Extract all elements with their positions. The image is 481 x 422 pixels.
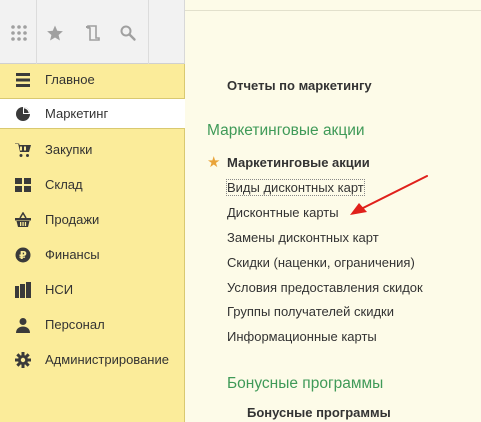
basket-icon xyxy=(14,211,32,229)
sidebar-item-label: Администрирование xyxy=(45,352,169,367)
link-discount-recipient-groups[interactable]: Группы получателей скидки xyxy=(227,304,394,319)
sidebar-item-finance[interactable]: ₽ Финансы xyxy=(0,239,184,270)
sidebar-item-label: Склад xyxy=(45,177,83,192)
section-content-panel: Отчеты по маркетингу Маркетинговые акции… xyxy=(185,0,481,422)
top-toolbar xyxy=(0,0,185,64)
person-icon xyxy=(14,316,32,334)
sidebar-item-label: Персонал xyxy=(45,317,105,332)
sections-sidebar: Главное Маркетинг Закупки Склад Продажи … xyxy=(0,64,185,422)
sidebar-item-warehouse[interactable]: Склад xyxy=(0,169,184,200)
warehouse-grid-icon xyxy=(14,176,32,194)
ruble-coin-icon: ₽ xyxy=(14,246,32,264)
sidebar-item-label: Финансы xyxy=(45,247,100,262)
link-information-cards[interactable]: Информационные карты xyxy=(227,329,377,344)
starred-link-marketing-promotions[interactable]: Маркетинговые акции xyxy=(227,155,370,170)
link-discount-cards[interactable]: Дисконтные карты xyxy=(227,205,339,220)
apps-grid-icon[interactable] xyxy=(8,22,30,44)
link-bonus-programs[interactable]: Бонусные программы xyxy=(247,405,391,420)
gear-icon xyxy=(14,351,32,369)
section-title-marketing-promotions: Маркетинговые акции xyxy=(207,122,365,139)
sidebar-item-administration[interactable]: Администрирование xyxy=(0,344,184,375)
svg-text:₽: ₽ xyxy=(19,249,27,262)
pie-chart-icon xyxy=(14,105,32,123)
link-discount-card-types[interactable]: Виды дисконтных карт xyxy=(226,179,365,196)
star-icon[interactable] xyxy=(44,22,66,44)
sidebar-item-label: Закупки xyxy=(45,142,93,157)
top-divider xyxy=(185,10,481,11)
search-icon[interactable] xyxy=(117,22,139,44)
sidebar-item-marketing[interactable]: Маркетинг xyxy=(0,98,185,129)
link-discount-conditions[interactable]: Условия предоставления скидок xyxy=(227,280,423,295)
sidebar-item-label: НСИ xyxy=(45,282,74,297)
cart-icon xyxy=(14,141,32,159)
history-icon[interactable] xyxy=(82,22,104,44)
toolbar-divider xyxy=(148,0,149,64)
menu-lines-icon xyxy=(14,71,32,89)
sidebar-item-sales[interactable]: Продажи xyxy=(0,204,184,235)
documents-icon xyxy=(14,281,32,299)
star-icon: ★ xyxy=(207,154,221,171)
sidebar-item-nsi[interactable]: НСИ xyxy=(0,274,184,305)
sidebar-item-label: Маркетинг xyxy=(45,106,109,121)
reports-link[interactable]: Отчеты по маркетингу xyxy=(227,78,372,93)
link-discounts-markups[interactable]: Скидки (наценки, ограничения) xyxy=(227,255,415,270)
link-discount-card-replacements[interactable]: Замены дисконтных карт xyxy=(227,230,379,245)
sidebar-item-label: Продажи xyxy=(45,212,100,227)
sidebar-item-main[interactable]: Главное xyxy=(0,64,184,95)
toolbar-divider xyxy=(36,0,37,64)
section-title-bonus-programs: Бонусные программы xyxy=(227,375,384,392)
sidebar-item-purchases[interactable]: Закупки xyxy=(0,134,184,165)
sidebar-item-personnel[interactable]: Персонал xyxy=(0,309,184,340)
sidebar-item-label: Главное xyxy=(45,72,95,87)
annotation-arrow-icon xyxy=(350,175,428,215)
